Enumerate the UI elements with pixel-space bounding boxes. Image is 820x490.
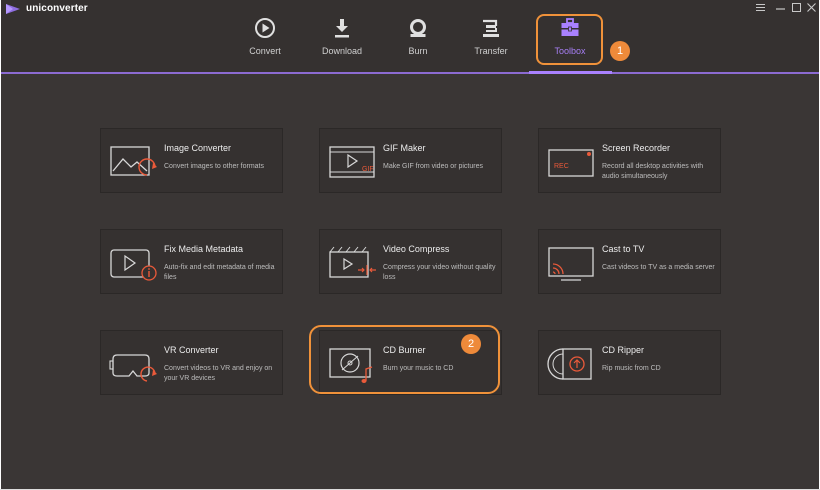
- tool-description: Rip music from CD: [602, 365, 661, 372]
- tool-card-vr-converter[interactable]: VR Converter Convert videos to VR and en…: [100, 330, 283, 395]
- tool-title: Screen Recorder: [602, 143, 671, 153]
- tool-description: Convert images to other formats: [164, 163, 264, 170]
- tool-title: Cast to TV: [602, 244, 645, 254]
- tool-title: CD Ripper: [602, 345, 645, 355]
- tab-transfer[interactable]: Transfer: [456, 17, 526, 63]
- tab-burn[interactable]: Burn: [383, 17, 453, 63]
- minimize-icon[interactable]: [773, 1, 787, 13]
- transfer-icon: [483, 19, 499, 37]
- gif-icon-text: GIF: [362, 166, 374, 173]
- cast-to-tv-icon: [548, 247, 594, 281]
- tool-title: Video Compress: [383, 244, 450, 254]
- tool-description: Compress your video without quality loss: [383, 264, 496, 281]
- fix-metadata-icon: [110, 249, 157, 281]
- tool-card-fix-media-metadata[interactable]: Fix Media Metadata Auto-fix and edit met…: [100, 229, 283, 294]
- rec-icon-text: REC: [554, 163, 569, 170]
- step-badge-2: 2: [461, 334, 481, 354]
- tool-card-screen-recorder[interactable]: REC Screen Recorder Record all desktop a…: [538, 128, 721, 193]
- nav-divider: [1, 72, 819, 74]
- tool-card-image-converter[interactable]: Image Converter Convert images to other …: [100, 128, 283, 193]
- tool-card-cast-to-tv[interactable]: Cast to TV Cast videos to TV as a media …: [538, 229, 721, 294]
- download-icon: [335, 19, 349, 38]
- play-logo-icon: [6, 3, 20, 14]
- tab-transfer-label: Transfer: [474, 46, 508, 56]
- tool-card-cd-ripper[interactable]: CD Ripper Rip music from CD: [538, 330, 721, 395]
- convert-icon: [255, 18, 275, 38]
- app-logo: uniconverter: [6, 3, 88, 14]
- tool-description: Cast videos to TV as a media server: [602, 264, 715, 271]
- maximize-icon[interactable]: [789, 1, 803, 13]
- step-badge-1: 1: [610, 41, 630, 61]
- image-converter-icon: [110, 146, 157, 176]
- tool-description: Convert videos to VR and enjoy on your V…: [164, 365, 273, 382]
- tool-card-gif-maker[interactable]: GIF GIF Maker Make GIF from video or pic…: [319, 128, 502, 193]
- tab-convert-label: Convert: [249, 46, 281, 56]
- cd-ripper-icon: [547, 348, 592, 380]
- video-compress-icon: [329, 246, 376, 278]
- vr-converter-icon: [109, 354, 157, 382]
- active-tab-indicator: [529, 71, 612, 74]
- tab-download-label: Download: [321, 46, 363, 56]
- tool-title: GIF Maker: [383, 143, 426, 153]
- tab-convert[interactable]: Convert: [230, 17, 300, 63]
- toolbox-highlight: [536, 14, 603, 65]
- tool-description: Make GIF from video or pictures: [383, 163, 483, 170]
- gif-maker-icon: GIF: [329, 146, 375, 178]
- screen-recorder-icon: REC: [548, 149, 594, 177]
- tool-card-video-compress[interactable]: Video Compress Compress your video witho…: [319, 229, 502, 294]
- menu-icon[interactable]: [753, 1, 767, 13]
- tab-download[interactable]: Download: [307, 17, 377, 63]
- tool-description: Auto-fix and edit metadata of media file…: [164, 264, 275, 281]
- app-window: uniconverter Convert Download Burn Trans…: [1, 0, 819, 489]
- tab-burn-label: Burn: [408, 46, 428, 56]
- tool-title: VR Converter: [164, 345, 219, 355]
- tool-description: Record all desktop activities with audio…: [602, 163, 704, 180]
- tool-title: Fix Media Metadata: [164, 244, 244, 254]
- app-name: uniconverter: [26, 3, 88, 14]
- close-icon[interactable]: [804, 1, 818, 13]
- top-bar: uniconverter Convert Download Burn Trans…: [1, 0, 819, 73]
- tool-title: Image Converter: [164, 143, 232, 153]
- burn-icon: [410, 19, 426, 37]
